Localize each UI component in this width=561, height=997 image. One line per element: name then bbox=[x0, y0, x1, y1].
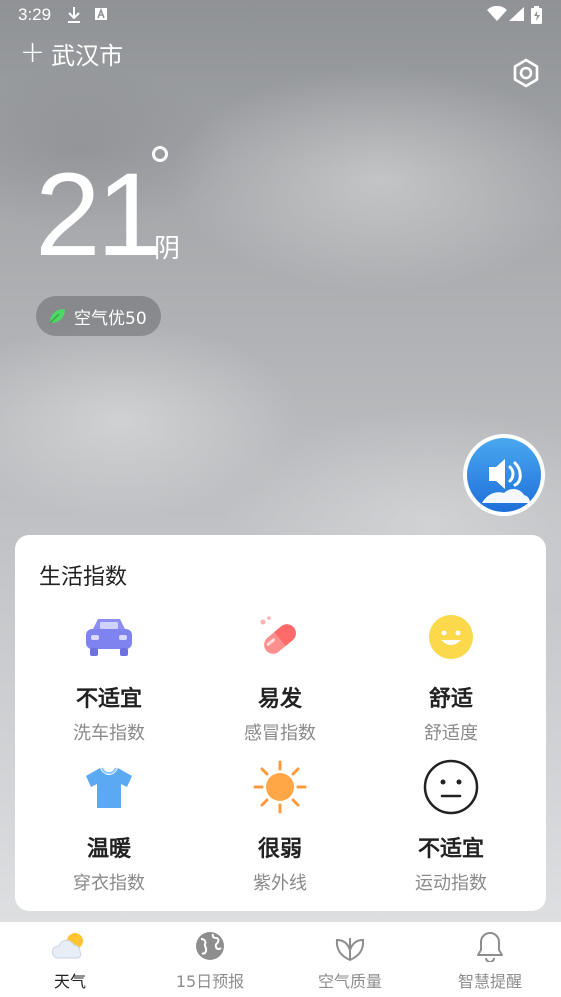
item-label: 紫外线 bbox=[253, 873, 307, 894]
life-index-item-cold[interactable]: 易发 感冒指数 bbox=[190, 607, 370, 745]
item-label: 洗车指数 bbox=[73, 723, 145, 744]
item-value: 不适宜 bbox=[417, 837, 484, 862]
item-value: 易发 bbox=[257, 687, 302, 712]
item-label: 运动指数 bbox=[415, 873, 487, 894]
battery-icon bbox=[531, 6, 542, 24]
tab-air-quality[interactable]: 空气质量 bbox=[280, 922, 420, 997]
signal-icon bbox=[509, 7, 524, 21]
keyboard-a-icon bbox=[95, 7, 107, 20]
bell-icon bbox=[477, 932, 503, 962]
download-icon bbox=[68, 7, 80, 23]
bottom-tab-bar: 天气 15日预报 空气质量 智慧提醒 bbox=[0, 922, 561, 997]
life-index-item-uv[interactable]: 很弱 紫外线 bbox=[190, 757, 370, 895]
wifi-icon bbox=[487, 6, 507, 21]
tab-weather[interactable]: 天气 bbox=[0, 922, 140, 997]
settings-gear-icon[interactable] bbox=[510, 57, 542, 89]
item-value: 不适宜 bbox=[75, 687, 142, 712]
voice-broadcast-button[interactable] bbox=[462, 433, 546, 517]
city-selector[interactable]: + 武汉市 bbox=[20, 36, 123, 70]
tab-15-day-forecast[interactable]: 15日预报 bbox=[140, 922, 280, 997]
item-value: 温暖 bbox=[86, 837, 131, 862]
life-index-item-car-wash[interactable]: 不适宜 洗车指数 bbox=[19, 607, 199, 745]
leaf-icon bbox=[49, 309, 65, 324]
tab-smart-reminder[interactable]: 智慧提醒 bbox=[420, 922, 560, 997]
leaf-outline-icon bbox=[335, 938, 365, 962]
item-label: 感冒指数 bbox=[244, 723, 316, 744]
life-index-card: 生活指数 不适宜 洗车指数 易发 感冒指数 舒适 舒适度 温暖 穿衣指数 很弱 … bbox=[15, 535, 546, 911]
item-value: 很弱 bbox=[257, 837, 302, 862]
tab-label: 15日预报 bbox=[175, 972, 245, 991]
current-temperature: 21 bbox=[35, 149, 162, 281]
tshirt-icon bbox=[86, 767, 132, 808]
item-label: 舒适度 bbox=[424, 723, 478, 744]
sun-icon bbox=[253, 760, 307, 814]
life-index-item-sport[interactable]: 不适宜 运动指数 bbox=[361, 757, 541, 895]
item-label: 穿衣指数 bbox=[73, 873, 145, 894]
item-value: 舒适 bbox=[428, 687, 473, 712]
life-index-item-dressing[interactable]: 温暖 穿衣指数 bbox=[19, 757, 199, 895]
status-bar: 3:29 bbox=[0, 0, 561, 30]
tab-label: 智慧提醒 bbox=[457, 972, 522, 991]
card-title: 生活指数 bbox=[39, 565, 128, 590]
degree-symbol bbox=[152, 146, 168, 162]
weather-icon bbox=[52, 933, 83, 959]
tab-label: 天气 bbox=[53, 972, 86, 991]
aqi-text: 空气优50 bbox=[74, 308, 147, 329]
life-index-item-comfort[interactable]: 舒适 舒适度 bbox=[361, 607, 541, 745]
city-name: 武汉市 bbox=[51, 41, 124, 70]
neutral-face-icon bbox=[423, 759, 479, 815]
tab-label: 空气质量 bbox=[317, 972, 382, 991]
car-icon bbox=[86, 619, 132, 656]
add-city-icon[interactable]: + bbox=[20, 38, 45, 68]
pill-icon bbox=[260, 616, 296, 654]
globe-icon bbox=[196, 932, 224, 960]
air-quality-badge[interactable]: 空气优50 bbox=[36, 296, 161, 336]
smiley-icon bbox=[429, 615, 473, 659]
weather-condition: 阴 bbox=[154, 234, 181, 264]
status-time: 3:29 bbox=[18, 5, 52, 24]
